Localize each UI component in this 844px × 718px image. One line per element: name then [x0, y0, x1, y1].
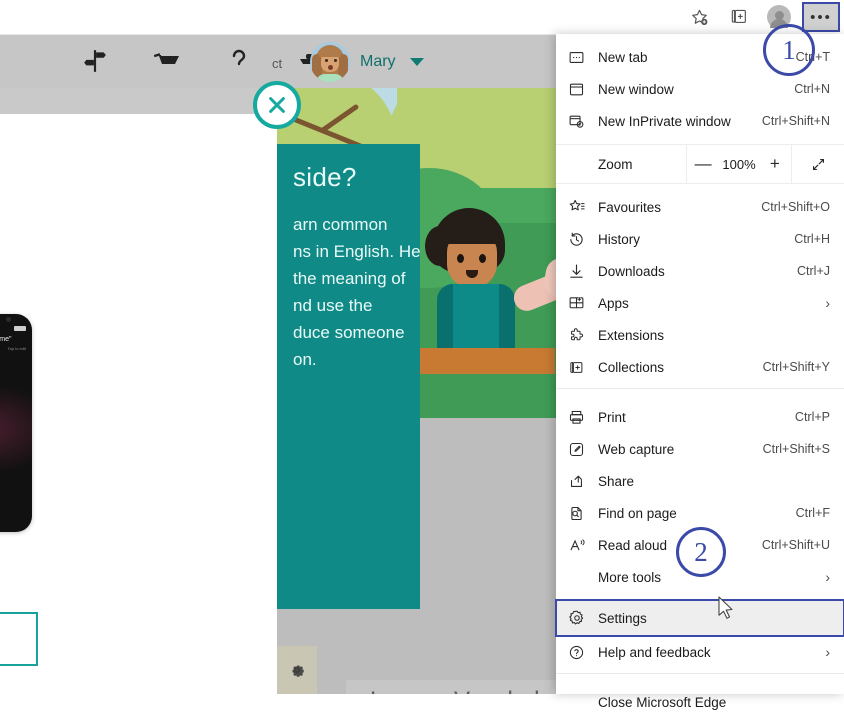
web-capture-icon	[568, 441, 598, 458]
menu-item-label: History	[598, 231, 641, 247]
user-name-label: Mary	[360, 53, 396, 70]
cart-icon[interactable]	[152, 46, 182, 76]
read-aloud-icon	[568, 537, 598, 554]
menu-item-print[interactable]: Print Ctrl+P	[556, 401, 844, 433]
menu-item-label: Print	[598, 409, 626, 425]
menu-item-label: Share	[598, 473, 635, 489]
menu-item-label: Collections	[598, 359, 665, 375]
add-favourite-icon[interactable]	[682, 2, 716, 32]
menu-item-label: Settings	[598, 610, 647, 626]
extensions-icon	[568, 327, 598, 344]
history-icon	[568, 231, 598, 248]
phone-status-bar: 3:08 PM	[0, 326, 26, 332]
menu-item-label: Favourites	[598, 199, 662, 215]
print-icon	[568, 409, 598, 426]
inprivate-icon	[568, 113, 598, 130]
zoom-row: Zoom — 100% +	[556, 144, 844, 184]
menu-item-label: Help and feedback	[598, 644, 711, 660]
menu-item-accelerator: Ctrl+F	[795, 506, 830, 520]
new-window-icon	[568, 81, 598, 98]
menu-item-accelerator: Ctrl+Shift+Y	[762, 360, 830, 374]
menu-item-accelerator: Ctrl+Shift+S	[762, 442, 830, 456]
downloads-icon	[568, 263, 598, 280]
menu-item-find-on-page[interactable]: Find on page Ctrl+F	[556, 497, 844, 529]
menu-item-label: New InPrivate window	[598, 113, 731, 129]
chevron-down-icon[interactable]	[409, 58, 424, 66]
battery-icon	[14, 326, 26, 331]
zoom-in-button[interactable]: +	[762, 154, 788, 174]
lesson-intro-body: arn common ns in English. He the meaning o…	[293, 215, 421, 369]
gear-icon	[568, 609, 598, 627]
avatar	[310, 42, 350, 82]
phone-mockup-image: 3:08 PM "Turn up the volume" Tap to edit…	[0, 314, 32, 532]
chevron-right-icon: ›	[825, 644, 830, 660]
menu-item-collections[interactable]: Collections Ctrl+Shift+Y	[556, 351, 844, 383]
menu-item-label: Find on page	[598, 505, 677, 521]
phone-query-subtext: Tap to edit	[7, 346, 26, 351]
help-icon	[568, 644, 598, 661]
user-profile-menu[interactable]: Mary	[310, 42, 424, 82]
menu-item-help-and-feedback[interactable]: Help and feedback ›	[556, 636, 844, 668]
menu-divider	[556, 388, 844, 389]
menu-item-share[interactable]: Share	[556, 465, 844, 497]
phone-query-text: "Turn up the volume"	[0, 336, 12, 343]
menu-item-favourites[interactable]: Favourites Ctrl+Shift+O	[556, 191, 844, 223]
menu-item-label: New window	[598, 81, 674, 97]
apps-icon	[568, 295, 598, 312]
menu-item-accelerator: Ctrl+H	[794, 232, 830, 246]
lesson-vocabulary-label: Lesson Vocabulary	[370, 687, 573, 694]
lesson-intro-card: side? arn common ns in English. He the mea…	[277, 144, 421, 609]
menu-divider	[556, 673, 844, 674]
collections-icon	[568, 359, 598, 376]
edge-settings-menu: New tab Ctrl+T New window Ctrl+N New InP…	[555, 34, 844, 710]
menu-item-accelerator: Ctrl+Shift+U	[761, 538, 830, 552]
fullscreen-icon[interactable]	[792, 156, 844, 173]
zoom-label: Zoom	[598, 156, 633, 172]
menu-item-close-edge[interactable]: Close Microsoft Edge	[556, 686, 844, 718]
zoom-controls: — 100% +	[686, 145, 792, 183]
menu-item-history[interactable]: History Ctrl+H	[556, 223, 844, 255]
favourites-icon	[568, 198, 598, 216]
student-character-illustration	[413, 208, 583, 418]
menu-item-accelerator: Ctrl+N	[794, 82, 830, 96]
toolbar-actions: •••	[682, 0, 840, 34]
menu-item-accelerator: Ctrl+Shift+O	[761, 200, 830, 214]
answer-input-box[interactable]	[0, 612, 38, 666]
chevron-right-icon: ›	[825, 295, 830, 311]
zoom-level-value: 100%	[722, 156, 756, 172]
zoom-out-button[interactable]: —	[690, 154, 716, 174]
gear-icon[interactable]	[277, 646, 317, 694]
signpost-icon[interactable]	[80, 46, 110, 76]
find-icon	[568, 505, 598, 522]
mouse-cursor	[718, 596, 736, 627]
share-icon	[568, 473, 598, 490]
menu-item-label: Web capture	[598, 441, 675, 457]
menu-item-web-capture[interactable]: Web capture Ctrl+Shift+S	[556, 433, 844, 465]
annotation-step-1: 1	[763, 24, 815, 76]
question-icon[interactable]	[224, 46, 254, 76]
menu-item-accelerator: Ctrl+Shift+N	[761, 114, 830, 128]
menu-item-accelerator: Ctrl+P	[794, 410, 830, 424]
annotation-step-2: 2	[676, 527, 726, 577]
menu-item-new-inprivate-window[interactable]: New InPrivate window Ctrl+Shift+N	[556, 105, 844, 137]
menu-item-label: Extensions	[598, 327, 665, 343]
menu-item-new-window[interactable]: New window Ctrl+N	[556, 73, 844, 105]
menu-item-label: Downloads	[598, 263, 665, 279]
lesson-modal-overlay: 3:08 PM "Turn up the volume" Tap to edit…	[0, 114, 277, 694]
nav-partial-label: ct	[272, 56, 283, 71]
chevron-right-icon: ›	[825, 569, 830, 585]
menu-item-accelerator: Ctrl+J	[797, 264, 830, 278]
menu-item-downloads[interactable]: Downloads Ctrl+J	[556, 255, 844, 287]
menu-item-label: Close Microsoft Edge	[598, 694, 727, 710]
settings-and-more-button[interactable]: •••	[802, 2, 840, 32]
new-tab-icon	[568, 49, 598, 66]
menu-item-label: Apps	[598, 295, 629, 311]
close-icon[interactable]	[253, 81, 301, 129]
menu-item-apps[interactable]: Apps ›	[556, 287, 844, 319]
collections-icon[interactable]	[722, 2, 756, 32]
browser-toolbar: •••	[0, 0, 844, 35]
menu-item-settings[interactable]: Settings	[555, 599, 844, 637]
lesson-intro-heading: side?	[293, 162, 357, 192]
menu-item-extensions[interactable]: Extensions	[556, 319, 844, 351]
